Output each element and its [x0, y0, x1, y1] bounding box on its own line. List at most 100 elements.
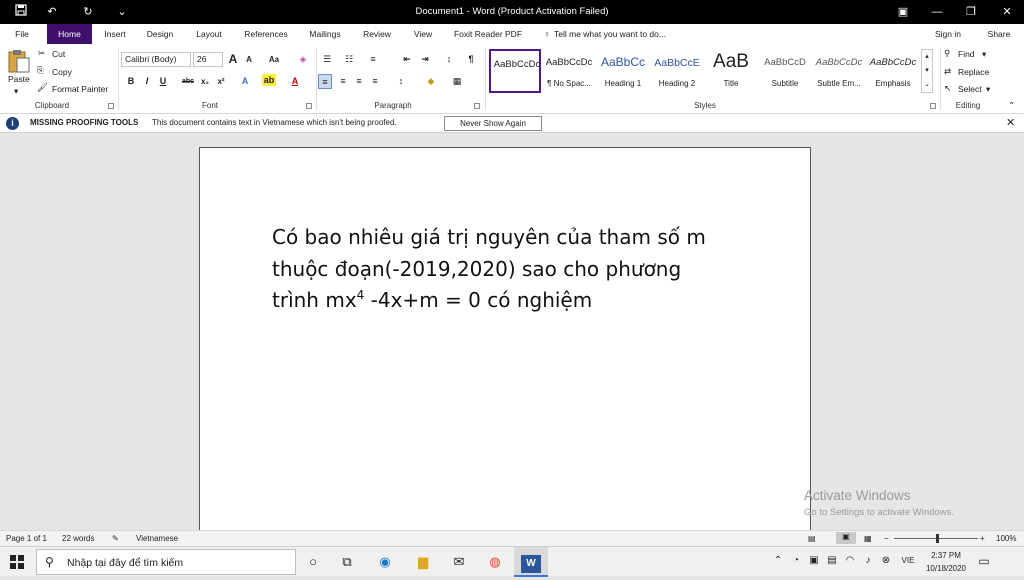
action-center-icon[interactable]: ▭	[976, 553, 992, 569]
font-color-icon[interactable]: A	[288, 74, 302, 89]
tab-references[interactable]: References	[238, 24, 294, 44]
align-right-icon[interactable]: ≡	[352, 74, 366, 89]
paragraph-launcher-icon[interactable]	[474, 103, 480, 109]
paste-button[interactable]: Paste	[8, 74, 30, 84]
tab-view[interactable]: View	[406, 24, 440, 44]
zoom-out-icon[interactable]: −	[884, 534, 889, 543]
zoom-slider-thumb[interactable]	[936, 534, 939, 543]
change-case-icon[interactable]: Aa	[264, 52, 284, 67]
style-heading-2[interactable]: AaBbCcE Heading 2	[651, 49, 703, 93]
bold-icon[interactable]: B	[124, 74, 138, 89]
volume-icon[interactable]: ♪	[860, 553, 876, 569]
focus-mode-icon[interactable]: ▤	[808, 534, 816, 543]
select-dropdown-icon[interactable]: ▾	[986, 84, 990, 95]
decrease-indent-icon[interactable]: ⇤	[400, 52, 414, 67]
find-button[interactable]: Find	[958, 49, 975, 59]
shading-icon[interactable]: ◆	[424, 74, 438, 89]
document-body[interactable]: Có bao nhiêu giá trị nguyên của tham số …	[272, 222, 742, 317]
bullets-icon[interactable]: ☰	[320, 52, 334, 67]
line-spacing-icon[interactable]: ↕	[394, 74, 408, 89]
tab-home[interactable]: Home	[47, 24, 92, 44]
align-center-icon[interactable]: ≡	[336, 74, 350, 89]
italic-icon[interactable]: I	[140, 74, 154, 89]
input-language[interactable]: VIE	[898, 553, 918, 569]
show-hidden-icons[interactable]: ⌃	[770, 553, 786, 569]
subscript-icon[interactable]: x₂	[198, 74, 212, 89]
print-layout-icon[interactable]: ▣	[836, 532, 856, 544]
find-icon[interactable]: ⚲	[944, 48, 950, 59]
never-show-again-button[interactable]: Never Show Again	[444, 116, 542, 131]
superscript-icon[interactable]: x²	[214, 74, 228, 89]
tab-insert[interactable]: Insert	[98, 24, 132, 44]
task-view-icon[interactable]: ⧉	[330, 547, 364, 577]
show-formatting-icon[interactable]: ¶	[464, 52, 478, 67]
cut-icon[interactable]: ✂	[38, 48, 45, 59]
cut-button[interactable]: Cut	[52, 49, 65, 59]
clipboard-launcher-icon[interactable]	[108, 103, 114, 109]
font-name-combo[interactable]: Calibri (Body)	[121, 52, 191, 67]
paste-icon[interactable]	[6, 48, 32, 74]
wifi-icon[interactable]: ◠	[842, 553, 858, 569]
strikethrough-icon[interactable]: abc	[180, 74, 196, 89]
windows-start-icon[interactable]	[0, 547, 34, 577]
word-taskbar-icon[interactable]: W	[514, 547, 548, 577]
highlight-icon[interactable]: ab	[262, 74, 276, 86]
file-explorer-icon[interactable]: ▆	[406, 547, 440, 577]
text-effects-icon[interactable]: A	[238, 74, 252, 89]
multilevel-list-icon[interactable]: ≡	[366, 52, 380, 67]
style-normal[interactable]: AaBbCcDc	[489, 49, 541, 93]
tray-app-icon[interactable]: ▤	[824, 553, 840, 569]
proofing-icon[interactable]: ✎	[112, 534, 119, 543]
styles-launcher-icon[interactable]	[930, 103, 936, 109]
style-subtitle[interactable]: AaBbCcD Subtitle	[759, 49, 811, 93]
undo-icon[interactable]: ↶	[44, 4, 60, 20]
word-count[interactable]: 22 words	[62, 534, 94, 543]
tab-review[interactable]: Review	[356, 24, 398, 44]
ribbon-display-options-icon[interactable]: ▣	[886, 0, 920, 24]
style-title[interactable]: AaB Title	[705, 49, 757, 93]
tray-app-icon[interactable]: ▣	[806, 553, 822, 569]
select-icon[interactable]: ↖	[944, 83, 951, 94]
copy-icon[interactable]: ⎘	[37, 65, 44, 76]
collapse-ribbon-icon[interactable]: ⌃	[1008, 100, 1015, 111]
tab-layout[interactable]: Layout	[190, 24, 228, 44]
borders-icon[interactable]: ▦	[450, 74, 464, 89]
style-no-spacing[interactable]: AaBbCcDc ¶ No Spac...	[543, 49, 595, 93]
page-count[interactable]: Page 1 of 1	[6, 534, 47, 543]
chrome-icon[interactable]: ◍	[478, 547, 512, 577]
find-dropdown-icon[interactable]: ▾	[982, 49, 986, 60]
cortana-icon[interactable]: ○	[296, 547, 330, 577]
copy-button[interactable]: Copy	[52, 67, 72, 77]
select-button[interactable]: Select	[958, 84, 982, 94]
tab-mailings[interactable]: Mailings	[302, 24, 348, 44]
close-button[interactable]: ✕	[990, 0, 1024, 24]
mail-icon[interactable]: ✉	[442, 547, 476, 577]
increase-indent-icon[interactable]: ⇥	[418, 52, 432, 67]
close-icon[interactable]: ✕	[1006, 116, 1015, 129]
tab-design[interactable]: Design	[140, 24, 180, 44]
share-button[interactable]: Share	[982, 24, 1016, 44]
grow-font-icon[interactable]: A	[226, 52, 240, 67]
clear-formatting-icon[interactable]: ◈	[296, 52, 310, 67]
styles-scroll[interactable]: ▴ ▾ ⌄	[921, 49, 933, 93]
minimize-button[interactable]: —	[920, 0, 954, 24]
customize-qat-icon[interactable]: ⌄	[114, 4, 130, 20]
edge-icon[interactable]: ◉	[368, 547, 402, 577]
shrink-font-icon[interactable]: A	[242, 52, 256, 67]
format-painter-button[interactable]: Format Painter	[52, 84, 108, 94]
language-indicator[interactable]: Vietnamese	[136, 534, 178, 543]
web-layout-icon[interactable]: ▦	[864, 534, 872, 543]
sign-in-link[interactable]: Sign in	[928, 24, 968, 44]
save-icon[interactable]	[13, 4, 29, 20]
numbering-icon[interactable]: ☷	[342, 52, 356, 67]
justify-icon[interactable]: ≡	[368, 74, 382, 89]
style-subtle-emphasis[interactable]: AaBbCcDc Subtle Em...	[813, 49, 865, 93]
zoom-level[interactable]: 100%	[996, 534, 1016, 543]
tab-file[interactable]: File	[6, 24, 38, 44]
tell-me-box[interactable]: Tell me what you want to do...	[554, 24, 684, 44]
underline-icon[interactable]: U	[156, 74, 170, 89]
taskbar-search-box[interactable]: ⚲ Nhập tại đây để tìm kiếm	[36, 549, 296, 575]
style-emphasis[interactable]: AaBbCcDc Emphasis	[867, 49, 919, 93]
sort-icon[interactable]: ↕	[442, 52, 456, 67]
tray-app-icon[interactable]: ◔	[788, 553, 804, 569]
